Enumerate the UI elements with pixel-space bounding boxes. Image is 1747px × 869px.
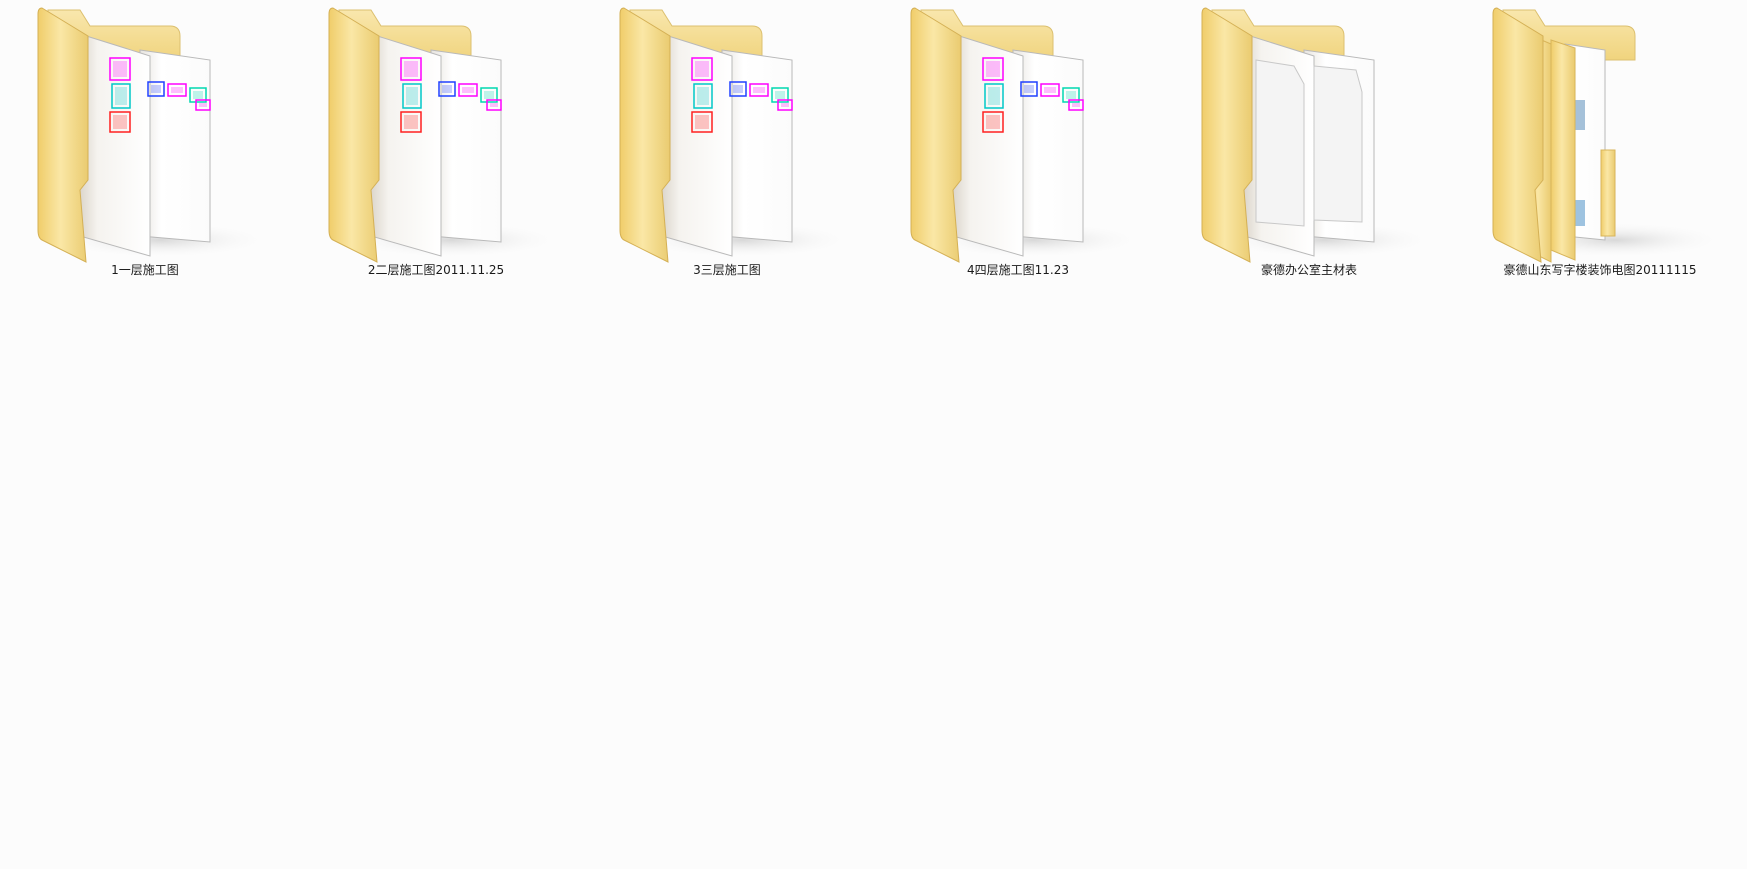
file-explorer-view: 1一层施工图 2二层施工图2011.11.25 3三层施工图 4四层施工图11.… (0, 0, 1747, 869)
folder-name-label: 2二层施工图2011.11.25 (367, 263, 505, 277)
folder-item[interactable]: 4四层施工图11.23 (873, 0, 1163, 290)
folder-name-label: 4四层施工图11.23 (967, 263, 1069, 277)
folder-name-label: 3三层施工图 (693, 263, 761, 277)
folder-item[interactable]: 豪德办公室主材表 (1164, 0, 1454, 290)
folder-name-label: 豪德办公室主材表 (1260, 263, 1357, 277)
folder-item[interactable]: 2二层施工图2011.11.25 (291, 0, 581, 290)
folder-item[interactable]: 3三层施工图 (582, 0, 872, 290)
folder-item[interactable]: 豪德山东写字楼装饰电图20111115 (1455, 0, 1745, 290)
folder-name-label: 1一层施工图 (111, 263, 179, 277)
folder-item[interactable]: 1一层施工图 (0, 0, 290, 290)
folder-name-label: 豪德山东写字楼装饰电图20111115 (1503, 263, 1697, 277)
